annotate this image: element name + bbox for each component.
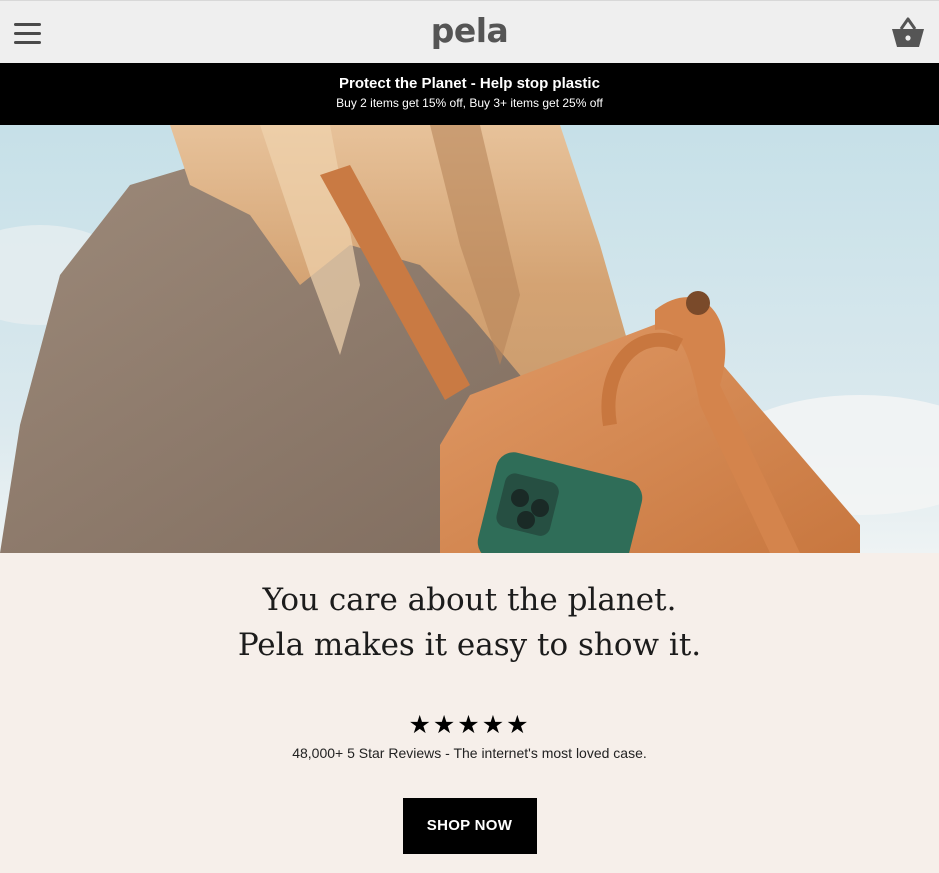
site-header: pela [0,0,939,63]
headline: You care about the planet. Pela makes it… [0,578,939,668]
star-rating: ★★★★★ [408,711,531,739]
promo-banner: Protect the Planet - Help stop plastic B… [0,63,939,125]
headline-line-2: Pela makes it easy to show it. [237,627,702,663]
hero-copy: You care about the planet. Pela makes it… [0,553,939,873]
shopping-basket-icon[interactable] [891,17,925,49]
promo-subtitle: Buy 2 items get 15% off, Buy 3+ items ge… [336,96,603,110]
hero-image [0,125,939,553]
pela-logo[interactable]: pela [0,11,939,51]
shop-now-button[interactable]: SHOP NOW [402,798,537,854]
promo-title: Protect the Planet - Help stop plastic [339,75,600,92]
headline-line-1: You care about the planet. [262,582,677,618]
reviews-text: 48,000+ 5 Star Reviews - The internet's … [292,745,647,761]
